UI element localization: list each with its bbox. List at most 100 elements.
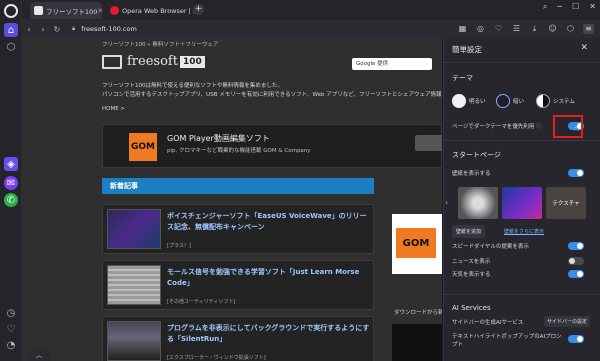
history-icon[interactable]: ◷: [4, 306, 18, 320]
download-label: ダウンロードから新の機能: [394, 310, 442, 316]
theme-dark-option[interactable]: 暗い: [496, 94, 524, 108]
article-card[interactable]: プログラムを非表示にしてバックグラウンドで実行するようにする「SilentRun…: [102, 316, 374, 361]
ad-title: GOM Player動画編集ソフト: [167, 134, 270, 143]
url-field[interactable]: 🔒︎ freesoft-100.com: [72, 25, 137, 33]
more-wallpapers-link[interactable]: 壁紙をさらに表示: [504, 228, 544, 235]
book-icon: [102, 54, 122, 69]
ad-button[interactable]: [415, 135, 442, 151]
system-theme-icon: [536, 94, 550, 108]
ai-services-header: AI Services: [452, 304, 491, 312]
wallpaper-toggle[interactable]: [568, 169, 584, 177]
maximize-icon[interactable]: ☐: [572, 2, 579, 12]
messenger-icon[interactable]: ✉: [4, 176, 18, 190]
divider: [444, 62, 600, 63]
tab-title: Opera Web Browser | Fast: [122, 6, 194, 15]
ad-banner[interactable]: GOM GOM Player動画編集ソフト pip, クロマキーなど職業的な機能…: [102, 124, 442, 168]
favorites-icon[interactable]: ♡: [4, 322, 18, 336]
info-icon[interactable]: ⓘ: [536, 124, 542, 130]
url-text: freesoft-100.com: [81, 25, 137, 33]
whatsapp-icon[interactable]: ✆: [4, 193, 18, 207]
article-thumbnail: [107, 209, 161, 249]
sidebar-rail: ⌂ ⬡ ◈ ✉ ✆ ◷ ♡ ◔: [0, 0, 22, 361]
close-icon[interactable]: ✕: [580, 43, 588, 53]
window-controls: ⌕ ─ ☐ ✕: [543, 2, 596, 12]
theme-system-option[interactable]: システム: [536, 94, 575, 108]
back-icon[interactable]: ‹: [22, 25, 36, 34]
forward-icon[interactable]: ›: [36, 25, 50, 34]
article-title[interactable]: モールス信号を勉強できる学習ソフト「Just Learn Morse Code」: [167, 267, 371, 289]
easy-setup-icon[interactable]: ≡: [583, 24, 594, 34]
article-tag[interactable]: [その他ユーティリティソフト]: [167, 298, 235, 305]
article-card[interactable]: モールス信号を勉強できる学習ソフト「Just Learn Morse Code」…: [102, 260, 374, 310]
article-tag[interactable]: [プラス！]: [167, 242, 191, 249]
wallpaper-thumb[interactable]: [502, 187, 542, 219]
add-wallpaper-button[interactable]: 壁紙を追加: [452, 225, 486, 238]
tab-view-icon[interactable]: ▦: [457, 24, 468, 34]
minimize-icon[interactable]: ─: [557, 2, 562, 12]
tab-opera[interactable]: Opera Web Browser | Fast: [106, 2, 194, 19]
wallpaper-texture-label: テクスチャ: [552, 201, 580, 207]
intro-line-1: フリーソフト100は無料で使える便利なソフトや無料情報を集めました。: [102, 83, 283, 89]
aria-icon[interactable]: ◈: [4, 157, 18, 171]
ai-popup-label: テキストハイライトポップアップのAIプロンプト: [452, 334, 562, 348]
theme-header: テーマ: [452, 74, 473, 82]
logo-number: 100: [179, 55, 205, 68]
weather-toggle[interactable]: [568, 270, 584, 278]
article-card[interactable]: ポイスチェンジャーソフト「EaseUS VoiceWave」のリリース記念、無償…: [102, 204, 374, 254]
ai-sidebar-settings-button[interactable]: サイドバーの設定: [544, 316, 591, 327]
article-thumbnail: [107, 321, 161, 361]
home-link[interactable]: HOME >: [102, 106, 125, 112]
moon-icon: [496, 94, 510, 108]
article-title[interactable]: ポイスチェンジャーソフト「EaseUS VoiceWave」のリリース記念、無償…: [167, 211, 371, 233]
easy-setup-panel: 簡単設定 ✕ テーマ 明るい 暗い システム ページでダークテーマを優先利用 ⓘ…: [443, 38, 600, 361]
close-window-icon[interactable]: ✕: [589, 2, 596, 12]
clock-icon[interactable]: ◔: [4, 338, 18, 352]
opera-menu-icon[interactable]: [4, 4, 18, 18]
side-ad[interactable]: GOM: [392, 214, 442, 274]
google-search-input[interactable]: Google 提供: [352, 58, 432, 70]
panel-title: 簡単設定: [452, 45, 482, 54]
video-ad[interactable]: [392, 324, 442, 361]
extensions-icon[interactable]: ⬡: [565, 24, 576, 34]
wallpaper-thumb-selected[interactable]: [458, 187, 498, 219]
logo-name: freesoft: [127, 54, 178, 69]
site-intro: フリーソフト100は無料で使える便利なソフトや無料情報を集めました。 パソコンで…: [102, 82, 442, 100]
sun-icon: [452, 94, 466, 108]
article-thumbnail: [107, 265, 161, 305]
reload-icon[interactable]: ↻: [50, 25, 64, 34]
gom-ad-logo: GOM: [396, 228, 436, 258]
lock-icon[interactable]: 🔒︎: [72, 25, 75, 33]
wallpaper-prev-icon[interactable]: ‹: [445, 198, 448, 207]
tab-search-icon[interactable]: ⌕: [543, 2, 547, 12]
close-tab-icon[interactable]: ✕: [97, 7, 102, 15]
new-tab-button[interactable]: +: [193, 4, 204, 15]
web-page: フリーソフト100 » 無料ソフト＋フリーウェア freesoft 100 Go…: [22, 38, 442, 361]
profile-icon[interactable]: ☺: [547, 24, 558, 34]
speeddial-toggle[interactable]: [568, 242, 584, 250]
vpn-icon[interactable]: ☰: [511, 24, 522, 34]
article-title[interactable]: プログラムを非表示にしてバックグラウンドで実行するようにする「SilentRun…: [167, 323, 371, 345]
ai-popup-toggle[interactable]: [568, 335, 584, 343]
download-icon[interactable]: ⤓: [529, 24, 540, 34]
site-logo[interactable]: freesoft 100: [102, 54, 205, 69]
home-icon[interactable]: ⌂: [4, 23, 18, 37]
theme-light-label: 明るい: [469, 99, 486, 105]
dark-pages-label: ページでダークテーマを優先利用: [452, 124, 535, 130]
wallpaper-texture-thumb[interactable]: テクスチャ: [546, 187, 586, 219]
news-header: 新着記事: [102, 178, 374, 194]
screenshot-icon[interactable]: ◎: [475, 24, 486, 34]
cube-icon[interactable]: ⬡: [4, 40, 18, 54]
breadcrumb: フリーソフト100 » 無料ソフト＋フリーウェア: [102, 42, 219, 48]
startpage-header: スタートページ: [452, 151, 501, 159]
gom-logo: GOM: [129, 133, 157, 161]
address-toolbar: ▦ ◎ ♡ ☰ ⤓ ☺ ⬡ ≡: [457, 24, 594, 34]
freesoft-favicon-icon: [34, 6, 43, 15]
bookmark-icon[interactable]: ♡: [493, 24, 504, 34]
news-toggle[interactable]: [568, 257, 584, 265]
tab-freesoft[interactable]: フリーソフト100 ✕: [30, 2, 102, 19]
opera-favicon-icon: [110, 6, 119, 15]
intro-line-2: パソコンで活用するデスクトップアプリ、USB メモリーを有効に利用できるソフト、…: [102, 92, 442, 98]
theme-light-option[interactable]: 明るい: [452, 94, 486, 108]
scroll-top-icon[interactable]: ︿: [28, 350, 50, 361]
article-tag[interactable]: [エクスプローラー・ウィンドウ拡張ソフト]: [167, 354, 266, 361]
